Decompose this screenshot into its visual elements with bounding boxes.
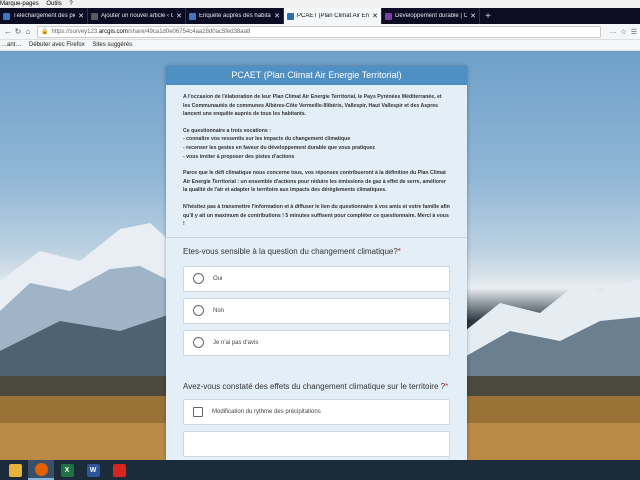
tab-favicon-icon [91, 12, 98, 20]
question-title: Etes-vous sensible à la question du chan… [183, 246, 401, 256]
option-label: Non [213, 307, 225, 314]
checkbox[interactable] [193, 406, 203, 417]
tab-pcaet[interactable]: PCAET (Plan Climat Air Energie Territori… [284, 8, 382, 24]
word-icon: W [86, 463, 100, 477]
taskbar-explorer[interactable] [2, 460, 28, 480]
tab-title: Ajouter un nouvel article ‹ CC Haut Vall… [101, 13, 173, 19]
bookmark-suggested-sites[interactable]: Sites suggérés [92, 42, 132, 48]
tab-favicon-icon [3, 12, 10, 20]
taskbar: X W [0, 460, 640, 480]
menu-item-bookmarks[interactable]: Marque-pages [0, 1, 39, 7]
required-marker: * [397, 246, 401, 256]
intro-paragraph: Ce questionnaire a trois vocations : - c… [183, 127, 375, 160]
required-marker: * [445, 381, 449, 391]
page-content: PCAET (Plan Climat Air Energie Territori… [0, 51, 640, 460]
tab-strip: Téléchargement des pièces jointes ✕ Ajou… [0, 8, 640, 24]
close-icon[interactable]: ✕ [78, 12, 84, 20]
close-icon[interactable]: ✕ [274, 12, 280, 20]
taskbar-excel[interactable]: X [54, 460, 80, 480]
url-suffix: /share/49ca1d0e06754c4aa28d0ac5fed38aa8 [127, 28, 251, 35]
radio-option-no[interactable]: Non [183, 297, 450, 324]
back-icon[interactable]: ← [3, 27, 13, 36]
menu-bar: Marque-pages Outils ? [0, 0, 640, 8]
firefox-icon [34, 462, 48, 476]
tab-new-article[interactable]: Ajouter un nouvel article ‹ CC Haut Vall… [88, 8, 186, 24]
home-icon[interactable]: ⌂ [23, 27, 33, 36]
acrobat-icon [112, 463, 126, 477]
question-climate-effects: Avez-vous constaté des effets du changem… [166, 382, 467, 457]
tab-title: Téléchargement des pièces jointes [13, 13, 75, 19]
radio-button[interactable] [193, 337, 204, 349]
option-label: Je n'ai pas d'avis [213, 339, 259, 346]
tab-favicon-icon [287, 12, 294, 20]
question-title: Avez-vous constaté des effets du changem… [183, 381, 449, 391]
taskbar-firefox[interactable] [28, 460, 54, 480]
bookmarks-bar: …ant… Débuter avec Firefox Sites suggéré… [0, 40, 640, 51]
option-label: Oui [213, 275, 223, 282]
intro-paragraph: N'hésitez pas à transmettre l'informatio… [183, 203, 450, 228]
url-prefix: https://survey123. [51, 28, 99, 35]
url-bar[interactable]: 🔒 https://survey123. arcgis.com/share/49c… [37, 25, 602, 38]
taskbar-acrobat[interactable] [106, 460, 132, 480]
radio-option-no-opinion[interactable]: Je n'ai pas d'avis [183, 329, 450, 356]
excel-icon: X [60, 463, 74, 477]
reload-icon[interactable]: ↻ [13, 27, 23, 36]
tab-survey-inhabitants[interactable]: Enquête auprès des habitants du Pays ✕ [186, 8, 284, 24]
tab-favicon-icon [385, 12, 392, 20]
tab-favicon-icon [189, 12, 196, 20]
lock-icon: 🔒 [41, 29, 49, 35]
radio-option-yes[interactable]: Oui [183, 265, 450, 292]
file-explorer-icon [8, 463, 22, 477]
tab-title: PCAET (Plan Climat Air Energie Territori… [297, 13, 369, 19]
menu-item-help[interactable]: ? [69, 1, 72, 7]
menu-item-tools[interactable]: Outils [46, 1, 61, 7]
url-domain: arcgis.com [98, 28, 128, 35]
checkbox-option-next[interactable] [183, 430, 450, 457]
new-tab-button[interactable]: + [480, 8, 496, 24]
close-icon[interactable]: ✕ [176, 12, 182, 20]
checkbox-option-precipitation[interactable]: Modification du rythme des précipitation… [183, 398, 450, 425]
intro-paragraph: A l'occasion de l'élaboration de leur Pl… [183, 94, 442, 118]
taskbar-word[interactable]: W [80, 460, 106, 480]
survey-title: PCAET (Plan Climat Air Energie Territori… [166, 66, 467, 85]
intro-paragraph: Parce que le défi climatique nous concer… [183, 170, 446, 194]
survey-form: PCAET (Plan Climat Air Energie Territori… [166, 66, 467, 460]
tab-title: Développement durable | CC Haut Vallespi… [395, 13, 467, 19]
radio-button[interactable] [193, 273, 204, 285]
navigation-bar: ← ↻ ⌂ 🔒 https://survey123. arcgis.com/sha… [0, 24, 640, 40]
tab-sustainable-development[interactable]: Développement durable | CC Haut Vallespi… [382, 8, 480, 24]
page-actions-icon[interactable]: … [609, 28, 616, 35]
question-climate-sensitivity: Etes-vous sensible à la question du chan… [166, 247, 467, 356]
option-label: Modification du rythme des précipitation… [212, 408, 321, 415]
close-icon[interactable]: ✕ [470, 12, 476, 20]
tab-title: Enquête auprès des habitants du Pays [199, 13, 271, 19]
bookmark-getting-started[interactable]: Débuter avec Firefox [29, 42, 85, 48]
radio-button[interactable] [193, 305, 204, 317]
bookmark-item[interactable]: …ant… [1, 42, 21, 48]
close-icon[interactable]: ✕ [372, 12, 378, 20]
tab-attachments-download[interactable]: Téléchargement des pièces jointes ✕ [0, 8, 88, 24]
divider [166, 236, 467, 238]
menu-icon[interactable]: ☰ [631, 28, 637, 36]
bookmark-star-icon[interactable]: ☆ [620, 28, 626, 36]
survey-intro: A l'occasion de l'élaboration de leur Pl… [166, 85, 467, 229]
